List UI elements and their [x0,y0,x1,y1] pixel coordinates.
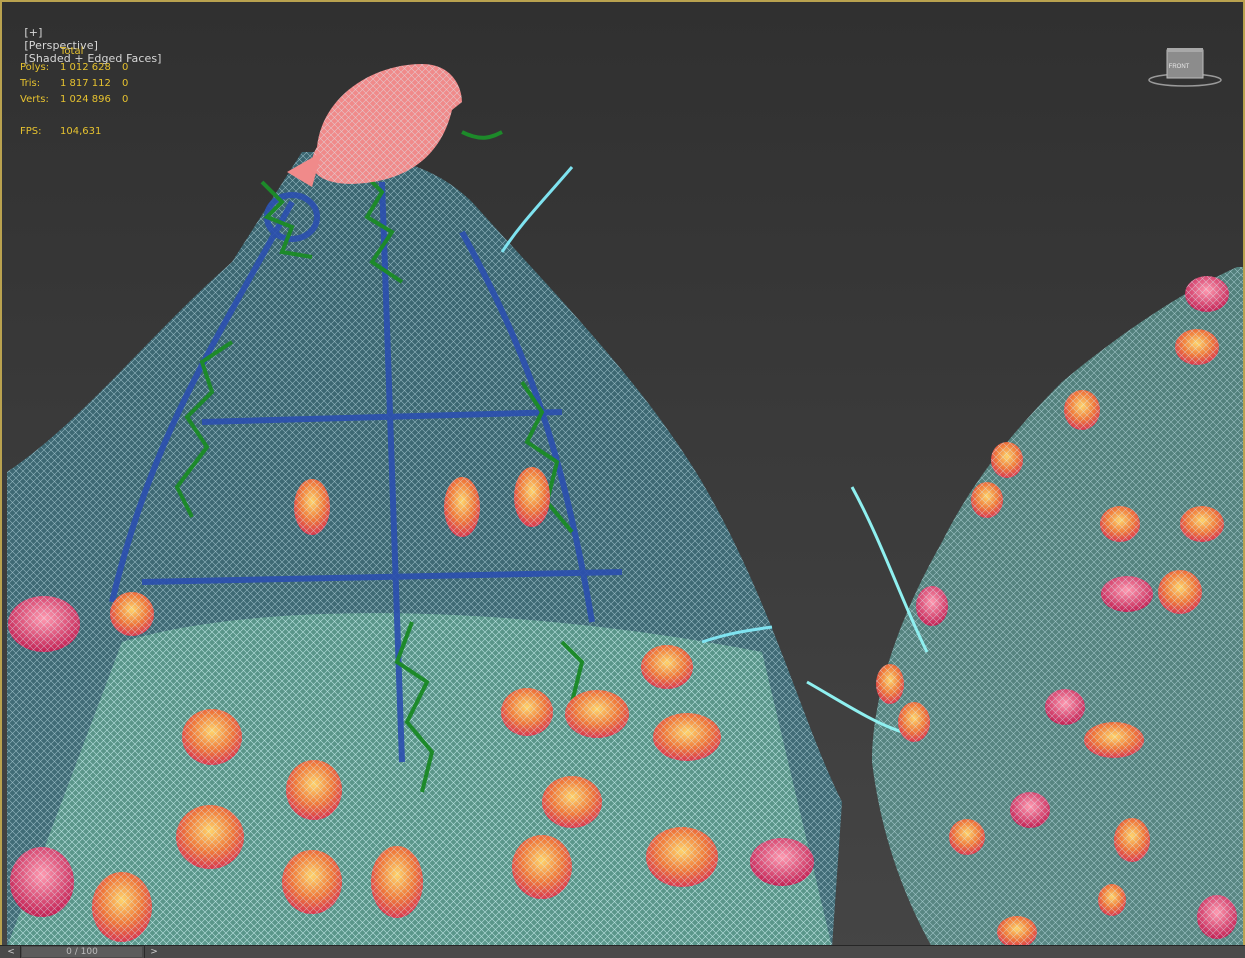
time-slider[interactable]: < 0 / 100 > [0,945,1245,958]
verts-label: Verts: [20,94,49,105]
right-arrangement [806,267,1243,948]
time-slider-thumb[interactable]: 0 / 100 [22,947,142,957]
verts-selected: 0 [122,94,129,105]
time-slider-next-button[interactable]: > [144,946,163,958]
polys-value: 1 012 628 [60,62,111,73]
bird-figure [287,64,462,187]
tris-label: Tris: [20,78,41,89]
left-arrangement [7,64,842,947]
tris-selected: 0 [122,78,129,89]
fps-value: 104,631 [60,126,102,137]
viewcube-icon[interactable]: FRONT [1147,46,1225,90]
stats-header: Total [60,46,84,57]
polys-selected: 0 [122,62,129,73]
fps-label: FPS: [20,126,42,137]
time-slider-prev-button[interactable]: < [2,946,21,958]
viewcube-face-label: FRONT [1169,64,1190,70]
viewport-general-menu[interactable]: [+] [24,26,42,39]
scene-render [7,64,1243,948]
statistics-overlay: Total Polys: 1 012 628 0 Tris: 1 817 112… [20,44,128,140]
tris-value: 1 817 112 [60,78,111,89]
polys-label: Polys: [20,62,50,73]
verts-value: 1 024 896 [60,94,111,105]
perspective-viewport[interactable]: [+] [Perspective] [Shaded + Edged Faces]… [0,0,1245,957]
